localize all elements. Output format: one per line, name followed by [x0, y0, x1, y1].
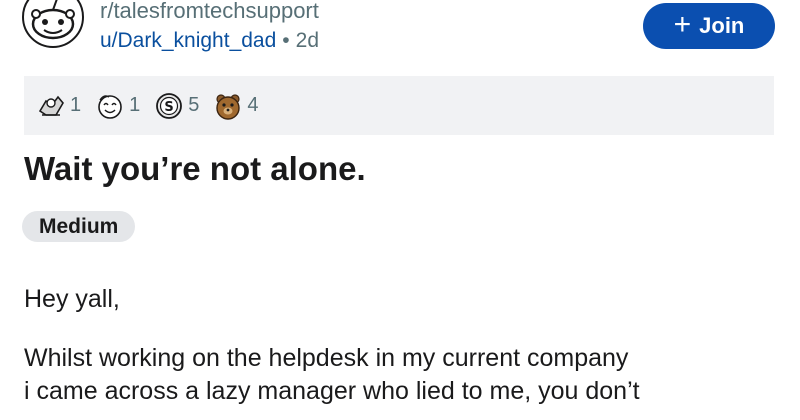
award-count: 1	[129, 94, 141, 116]
award-count: 1	[70, 94, 82, 116]
post-body-line: i came across a lazy manager who lied to…	[24, 377, 640, 405]
helpful-award-icon	[38, 95, 64, 116]
post-age: 2d	[295, 29, 320, 52]
award-count: 4	[247, 94, 259, 116]
silver-award-icon: S	[156, 92, 183, 119]
bear-award-icon	[216, 93, 241, 120]
post-flair[interactable]: Medium	[22, 211, 136, 242]
award-wholesome[interactable]: 1	[95, 91, 140, 121]
join-button[interactable]: + Join	[643, 3, 775, 49]
post-body-greeting: Hey yall,	[24, 285, 120, 313]
post-title[interactable]: Wait you’re not alone.	[24, 150, 366, 188]
meta-separator: •	[282, 29, 290, 52]
award-helpful[interactable]: 1	[36, 91, 81, 121]
snoo-icon	[22, 0, 84, 48]
username-link[interactable]: u/Dark_knight_dad	[100, 29, 276, 52]
post-meta: u/Dark_knight_dad • 2d	[100, 29, 319, 53]
join-label: Join	[699, 13, 745, 38]
post-body-line: Whilst working on the helpdesk in my cur…	[24, 344, 629, 372]
award-silver[interactable]: S 5	[154, 91, 199, 121]
subreddit-avatar[interactable]	[22, 0, 84, 48]
awards-bar[interactable]: 1 1 S 5 4	[24, 76, 774, 135]
award-bear[interactable]: 4	[213, 91, 259, 121]
wholesome-award-icon	[98, 94, 122, 119]
plus-icon: +	[673, 7, 692, 41]
award-count: 5	[188, 94, 200, 116]
post-body: Whilst working on the helpdesk in my cur…	[24, 342, 794, 408]
svg-text:S: S	[165, 100, 174, 115]
subreddit-name[interactable]: r/talesfromtechsupport	[100, 0, 319, 24]
